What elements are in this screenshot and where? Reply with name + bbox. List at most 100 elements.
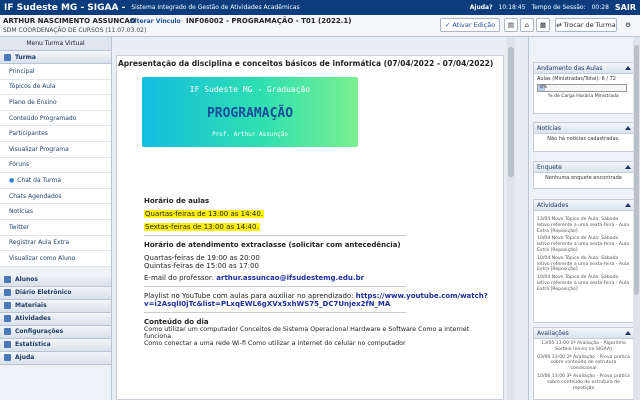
box-enquete-title: Enquete [534,162,633,173]
change-turma-button[interactable]: ⇄ Trocar de Turma [555,18,617,32]
box-avaliacoes: Avaliações 13/05 13:00 1ª Avaliação - Al… [533,327,634,400]
playlist-link-1[interactable]: https://www.youtube.com/watch? [356,292,488,300]
group-materiais-label: Materiais [15,302,47,310]
atividade-item[interactable]: 10/04 Novo Tópico de Aula: Sábado letivo… [537,256,630,273]
atendimento-title: Horário de atendimento extraclasse (soli… [144,241,401,249]
nav-foruns[interactable]: Fóruns [0,157,111,174]
ajuda-icon [4,354,11,362]
atendimento-1: Quartas-feiras de 19:00 as 20:00 [144,254,260,262]
main-scroll-thumb[interactable] [508,47,514,177]
group-turma[interactable]: Turma [0,51,111,64]
atividades-title-text: Atividades [537,202,569,209]
box-atividades: Atividades 13/04 Novo Tópico de Aula: Sá… [533,199,634,323]
collapse-icon[interactable] [625,203,631,207]
atividade-item[interactable]: 13/04 Novo Tópico de Aula: Sábado letivo… [537,217,630,234]
nav-twitter[interactable]: Twitter [0,219,111,236]
right-scrollbar[interactable] [633,37,640,400]
horario-title: Horário de aulas [144,197,210,205]
collapse-icon[interactable] [625,331,631,335]
main-content: Apresentação da disciplina e conceitos b… [112,37,515,400]
settings-button[interactable]: ⚙ [621,18,635,32]
nav-chat-label: Chat da Turma [17,176,62,184]
enquete-text: Nenhuma enquete encontrada [545,175,622,181]
conteudo-1: Como utilizar um computador Conceitos de… [144,326,470,340]
atividade-item[interactable]: 10/04 Novo Tópico de Aula: Sábado letivo… [537,275,630,292]
user-bar: ARTHUR NASCIMENTO ASSUNCAO Alterar Víncu… [0,15,640,37]
atendimento-2: Quintas-feiras de 15:00 as 17:00 [144,262,259,270]
main-scrollbar[interactable] [507,37,515,400]
chat-icon: ● [9,176,15,184]
nav-chat[interactable]: ● Chat da Turma [0,173,111,189]
aulas-count: Aulas (Ministradas/Total): 6 / 72 [537,76,616,82]
topic-body: Horário de aulas Quartas-feiras de 13:00… [144,197,489,347]
collapse-icon[interactable] [625,66,631,70]
nav-noticias[interactable]: Notícias [0,204,111,220]
turma-title: INF06002 - PROGRAMAÇÃO - T01 (2022.1) [186,17,352,25]
group-alunos[interactable]: Alunos [0,273,111,287]
activate-edit-label: ✓ Ativar Edição [444,21,496,29]
configuracoes-icon [4,328,11,336]
user-name: ARTHUR NASCIMENTO ASSUNCAO [3,17,136,25]
conteudo-title: Conteúdo do dia [144,318,209,326]
horario-2: Sextas-feiras de 13:00 as 14:40. [144,223,260,231]
atividade-item[interactable]: 10/04 Novo Tópico de Aula: Sábado letivo… [537,236,630,253]
progress-text: 8% [540,85,548,90]
avaliacao-item[interactable]: 10/06 13:00 3ª Avaliação - Prova prática… [537,374,630,391]
collapse-icon[interactable] [625,126,631,130]
activate-edit-button[interactable]: ✓ Ativar Edição [440,18,500,32]
print-button[interactable]: ▤ [504,18,518,32]
session-time: 00:28 [591,4,609,11]
nav-topicos[interactable]: Tópicos de Aula [0,79,111,96]
avaliacao-item[interactable]: 13/05 13:00 1ª Avaliação - Algoritmo Sor… [537,341,630,353]
playlist-link-2[interactable]: v=i2AsqlI0jTc&list=PLxqEWL6gXVx5xhWS75_D… [144,300,390,308]
nav-plano[interactable]: Plano de Ensino [0,95,111,111]
top-bar: IF Sudeste MG - SIGAA - Sistema Integrad… [0,0,640,15]
estatistica-icon [4,341,11,349]
group-diario-label: Diário Eletrônico [15,289,72,297]
group-ajuda[interactable]: Ajuda [0,351,111,365]
nav-conteudo[interactable]: Conteúdo Programado [0,110,111,127]
box-andamento: Andamento das Aulas Aulas (Ministradas/T… [533,62,634,114]
logout-button[interactable]: SAIR [615,3,636,12]
change-vinculo-link[interactable]: Alterar Vínculo [130,18,181,25]
group-diario[interactable]: Diário Eletrônico [0,286,111,300]
box-avaliacoes-title: Avaliações [534,328,633,339]
progress-bar: 8% [537,84,627,92]
group-estatistica[interactable]: Estatística [0,338,111,352]
help-link[interactable]: Ajuda? [470,4,493,11]
alunos-icon [4,276,11,284]
group-configuracoes[interactable]: Configurações [0,325,111,339]
nav-participantes[interactable]: Participantes [0,126,111,142]
open-button[interactable]: ▦ [536,18,550,32]
home-button[interactable]: ⌂ [520,18,534,32]
atividades-icon [4,315,11,323]
collapse-icon[interactable] [625,165,631,169]
box-noticias: Notícias Não há notícias cadastradas. [533,122,634,152]
divider [144,312,406,313]
nav-programa[interactable]: Visualizar Programa [0,141,111,158]
enquete-title-text: Enquete [537,164,562,171]
nav-principal[interactable]: Principal [0,64,111,80]
email-link[interactable]: arthur.assuncao@ifsudestemg.edu.br [216,274,364,282]
system-name: IF Sudeste MG - SIGAA - [4,2,126,13]
nav-chats-agendados[interactable]: Chats Agendados [0,188,111,205]
right-sidebar: Andamento das Aulas Aulas (Ministradas/T… [528,37,640,400]
banner-line2: PROGRAMAÇÃO [206,106,294,121]
box-atividades-title: Atividades [534,200,633,211]
group-atividades[interactable]: Atividades [0,312,111,326]
noticias-title-text: Notícias [537,125,561,132]
group-materiais[interactable]: Materiais [0,299,111,313]
playlist-label: Playlist no YouTube com aulas para auxil… [144,292,354,300]
nav-ver-aluno[interactable]: Visualizar como Aluno [0,251,111,267]
avaliacao-item[interactable]: 03/06 13:00 2ª Avaliação - Prova prática… [537,355,630,372]
nav-aula-extra[interactable]: Registrar Aula Extra [0,235,111,252]
home-icon: ⌂ [524,21,530,29]
right-scroll-thumb[interactable] [634,45,639,295]
turma-icon [4,53,11,61]
session-info: Ajuda? 10:18:45 Tempo de Sessão: 00:28 S… [470,3,636,12]
clock: 10:18:45 [498,4,526,11]
group-configuracoes-label: Configurações [15,328,64,336]
session-label: Tempo de Sessão: [531,4,586,11]
noticias-text: Não há notícias cadastradas. [547,136,620,142]
